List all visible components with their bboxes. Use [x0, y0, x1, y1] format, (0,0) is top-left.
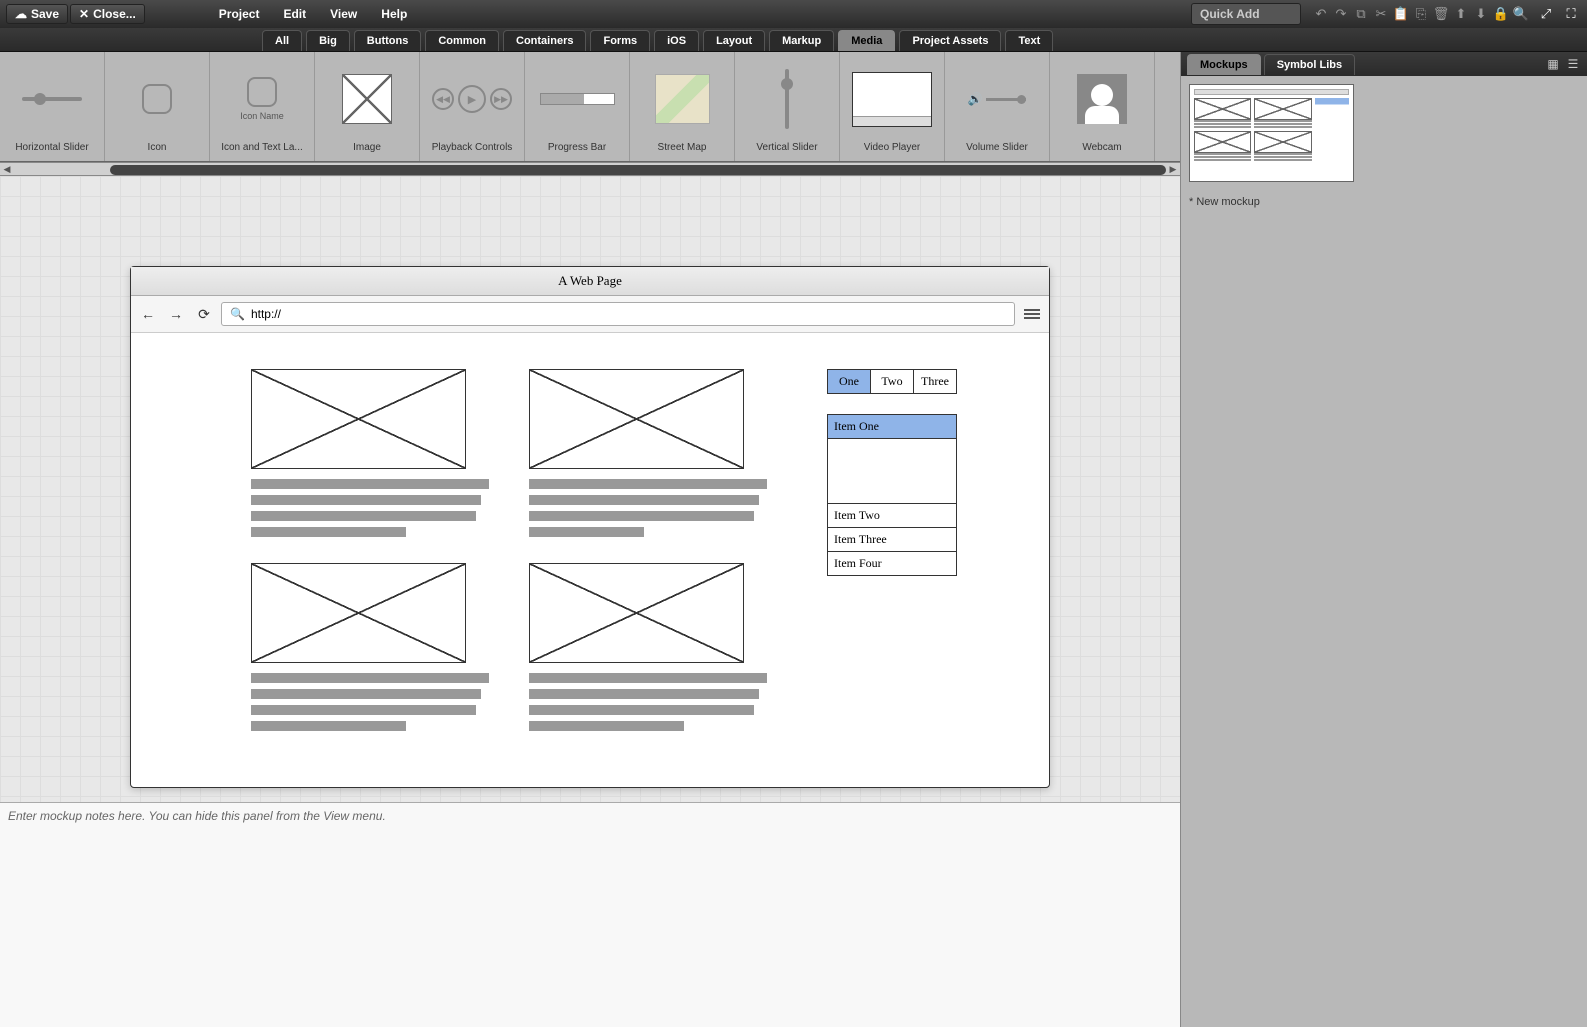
cat-containers[interactable]: Containers — [503, 30, 586, 51]
category-tabs: All Big Buttons Common Containers Forms … — [0, 28, 1587, 52]
widget-icon[interactable]: Icon — [105, 52, 210, 161]
mockup-name-label[interactable]: * New mockup — [1181, 190, 1587, 214]
cloud-icon: ☁ — [15, 7, 27, 21]
card-grid — [251, 369, 767, 737]
tabset-widget[interactable]: One Two Three — [827, 369, 957, 394]
accordion-body — [828, 439, 956, 504]
export-icon[interactable]: ⤢ — [1537, 6, 1555, 22]
widget-icon-and-text-label[interactable]: Icon NameIcon and Text La... — [210, 52, 315, 161]
right-panel: Mockups Symbol Libs ▦ ☰ * New mockup — [1180, 52, 1587, 1027]
menu-help[interactable]: Help — [369, 7, 419, 21]
accordion-item-1[interactable]: Item One — [828, 415, 956, 439]
copy-icon[interactable]: ⧉ — [1352, 6, 1370, 22]
tab-two[interactable]: Two — [871, 370, 914, 393]
cat-text[interactable]: Text — [1005, 30, 1053, 51]
gallery-scrollbar[interactable]: ◀ ▶ — [0, 162, 1180, 176]
undo-icon[interactable]: ↶ — [1312, 6, 1330, 22]
list-view-icon[interactable]: ☰ — [1565, 56, 1581, 72]
menu-project[interactable]: Project — [207, 7, 272, 21]
widget-gallery: Horizontal Slider Icon Icon NameIcon and… — [0, 52, 1180, 162]
image-placeholder-icon — [529, 563, 744, 663]
widget-horizontal-slider[interactable]: Horizontal Slider — [0, 52, 105, 161]
canvas[interactable]: A Web Page ← → ⟳ 🔍http:// — [0, 176, 1180, 802]
cat-media[interactable]: Media — [838, 30, 895, 51]
duplicate-icon[interactable]: ⎘ — [1412, 6, 1430, 22]
cat-layout[interactable]: Layout — [703, 30, 765, 51]
notes-panel[interactable]: Enter mockup notes here. You can hide th… — [0, 802, 1180, 1027]
back-icon[interactable]: ← — [137, 303, 159, 325]
forward-icon[interactable]: → — [165, 303, 187, 325]
fullscreen-icon[interactable]: ⛶ — [1562, 6, 1580, 22]
widget-vertical-slider[interactable]: Vertical Slider — [735, 52, 840, 161]
browser-window-widget[interactable]: A Web Page ← → ⟳ 🔍http:// — [130, 266, 1050, 788]
cut-icon[interactable]: ✂ — [1372, 6, 1390, 22]
scroll-left-icon[interactable]: ◀ — [0, 162, 14, 176]
cat-big[interactable]: Big — [306, 30, 350, 51]
menu-view[interactable]: View — [318, 7, 369, 21]
widget-webcam[interactable]: Webcam — [1050, 52, 1155, 161]
search-icon: 🔍 — [230, 307, 245, 321]
browser-toolbar: ← → ⟳ 🔍http:// — [131, 296, 1049, 333]
send-back-icon[interactable]: ⬇ — [1472, 6, 1490, 22]
redo-icon[interactable]: ↷ — [1332, 6, 1350, 22]
widget-volume-slider[interactable]: 🔊Volume Slider — [945, 52, 1050, 161]
rp-tab-symbol-libs[interactable]: Symbol Libs — [1264, 54, 1355, 75]
save-button[interactable]: ☁Save — [6, 4, 68, 24]
quick-add-input[interactable]: Quick Add — [1191, 3, 1301, 25]
scrollbar-thumb[interactable] — [110, 165, 1166, 175]
cat-ios[interactable]: iOS — [654, 30, 699, 51]
card-1[interactable] — [251, 369, 489, 543]
scroll-right-icon[interactable]: ▶ — [1166, 162, 1180, 176]
widget-video-player[interactable]: Video Player — [840, 52, 945, 161]
cat-markup[interactable]: Markup — [769, 30, 834, 51]
close-button[interactable]: ✕Close... — [70, 4, 145, 24]
card-2[interactable] — [529, 369, 767, 543]
grid-view-icon[interactable]: ▦ — [1545, 56, 1561, 72]
browser-title: A Web Page — [131, 267, 1049, 296]
rp-tab-mockups[interactable]: Mockups — [1187, 54, 1261, 75]
widget-street-map[interactable]: Street Map — [630, 52, 735, 161]
cat-project-assets[interactable]: Project Assets — [899, 30, 1001, 51]
tab-three[interactable]: Three — [914, 370, 956, 393]
menu-edit[interactable]: Edit — [271, 7, 318, 21]
cat-all[interactable]: All — [262, 30, 302, 51]
bring-front-icon[interactable]: ⬆ — [1452, 6, 1470, 22]
close-icon: ✕ — [79, 7, 89, 21]
paste-icon[interactable]: 📋 — [1392, 6, 1410, 22]
reload-icon[interactable]: ⟳ — [193, 303, 215, 325]
accordion-item-2[interactable]: Item Two — [828, 504, 956, 528]
accordion-widget[interactable]: Item One Item Two Item Three Item Four — [827, 414, 957, 576]
cat-forms[interactable]: Forms — [590, 30, 650, 51]
search-icon[interactable]: 🔍 — [1512, 6, 1530, 22]
hamburger-icon[interactable] — [1021, 303, 1043, 325]
widget-progress-bar[interactable]: Progress Bar — [525, 52, 630, 161]
accordion-item-4[interactable]: Item Four — [828, 552, 956, 575]
cat-common[interactable]: Common — [425, 30, 499, 51]
card-4[interactable] — [529, 563, 767, 737]
image-placeholder-icon — [251, 563, 466, 663]
url-input[interactable]: 🔍http:// — [221, 302, 1015, 326]
topbar: ☁Save ✕Close... Project Edit View Help Q… — [0, 0, 1587, 28]
widget-image[interactable]: Image — [315, 52, 420, 161]
image-placeholder-icon — [251, 369, 466, 469]
mockup-thumbnail[interactable] — [1189, 84, 1354, 182]
image-placeholder-icon — [529, 369, 744, 469]
widget-playback-controls[interactable]: ◀◀▶▶▶Playback Controls — [420, 52, 525, 161]
accordion-item-3[interactable]: Item Three — [828, 528, 956, 552]
tab-one[interactable]: One — [828, 370, 871, 393]
cat-buttons[interactable]: Buttons — [354, 30, 422, 51]
delete-icon[interactable]: 🗑 — [1432, 6, 1450, 22]
card-3[interactable] — [251, 563, 489, 737]
lock-icon[interactable]: 🔒 — [1492, 6, 1510, 22]
